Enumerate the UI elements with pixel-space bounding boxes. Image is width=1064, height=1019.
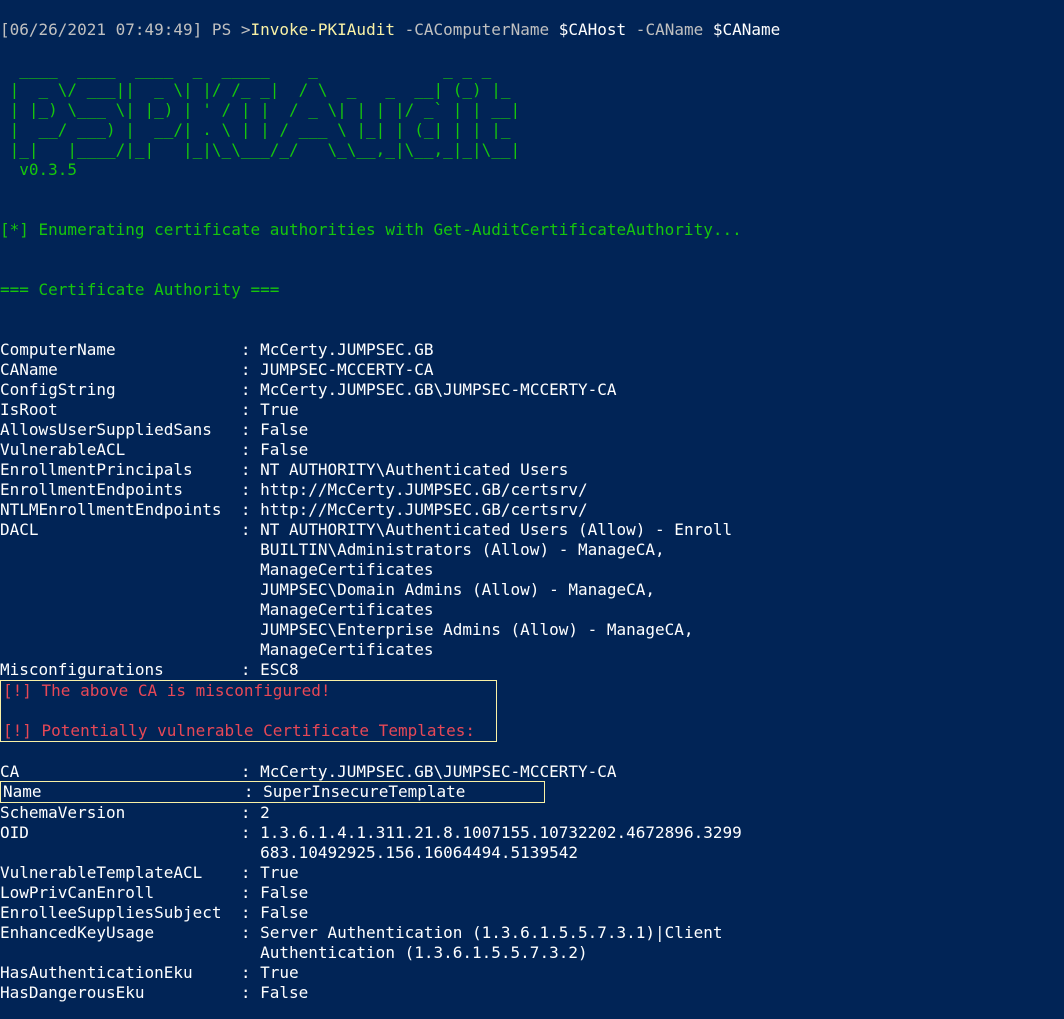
kv-key: AllowsUserSuppliedSans (0, 420, 231, 439)
kv-value: http://McCerty.JUMPSEC.GB/certsrv/ (260, 500, 588, 519)
kv-key: CA (0, 762, 231, 781)
kv-key: IsRoot (0, 400, 231, 419)
kv-key: VulnerableACL (0, 440, 231, 459)
alert-vulnerable-templates: [!] Potentially vulnerable Certificate T… (3, 721, 475, 740)
prompt-ps: PS > (202, 20, 250, 39)
prompt-arg2-value: $CAName (713, 20, 780, 39)
kv-value: McCerty.JUMPSEC.GB\JUMPSEC-MCCERTY-CA (260, 380, 616, 399)
ascii-banner-line: | |_) \___ \| |_) | ' / | | / _ \| | | |… (0, 100, 520, 119)
ascii-banner-line: | __/ ___) | __/| . \ | | / ___ \ |_| | … (0, 120, 511, 139)
kv-value: McCerty.JUMPSEC.GB (260, 340, 433, 359)
template-name-highlight: Name : SuperInsecureTemplate (0, 781, 545, 803)
kv-value: False (260, 883, 308, 902)
kv-key: Name (3, 782, 234, 801)
kv-value-cont: BUILTIN\Administrators (Allow) - ManageC… (0, 540, 665, 559)
kv-value: 2 (260, 803, 270, 822)
kv-value-cont: JUMPSEC\Enterprise Admins (Allow) - Mana… (0, 620, 694, 639)
kv-key: HasAuthenticationEku (0, 963, 231, 982)
prompt-command: Invoke-PKIAudit (250, 20, 395, 39)
ascii-banner-line: | _ \/ ___|| _ \| |/ /_ _| / \ _ _ __| (… (0, 80, 511, 99)
alert-highlight-box: [!] The above CA is misconfigured! [!] P… (0, 680, 497, 742)
kv-key: EnhancedKeyUsage (0, 923, 231, 942)
status-enumerating: [*] Enumerating certificate authorities … (0, 220, 742, 239)
kv-key: VulnerableTemplateACL (0, 863, 231, 882)
kv-key: DACL (0, 520, 231, 539)
kv-key: EnrolleeSuppliesSubject (0, 903, 231, 922)
kv-key: NTLMEnrollmentEndpoints (0, 500, 231, 519)
kv-value: 1.3.6.1.4.1.311.21.8.1007155.10732202.46… (260, 823, 742, 842)
kv-key: SchemaVersion (0, 803, 231, 822)
kv-key: Misconfigurations (0, 660, 231, 679)
kv-value: True (260, 863, 299, 882)
ascii-banner-line: ____ ____ ____ _ _____ _ _ _ _ (0, 60, 491, 79)
terminal-output: [06/26/2021 07:49:49] PS >Invoke-PKIAudi… (0, 0, 1064, 1003)
kv-value: McCerty.JUMPSEC.GB\JUMPSEC-MCCERTY-CA (260, 762, 616, 781)
kv-value: False (260, 440, 308, 459)
kv-value-cont: Authentication (1.3.6.1.5.5.7.3.2) (0, 943, 588, 962)
prompt-timestamp: [06/26/2021 07:49:49] (0, 20, 202, 39)
kv-value: False (260, 983, 308, 1002)
kv-key: ComputerName (0, 340, 231, 359)
kv-key: HasDangerousEku (0, 983, 231, 1002)
kv-value: NT AUTHORITY\Authenticated Users (260, 460, 568, 479)
kv-key: OID (0, 823, 231, 842)
kv-key: EnrollmentEndpoints (0, 480, 231, 499)
kv-value: SuperInsecureTemplate (263, 782, 465, 801)
kv-value: http://McCerty.JUMPSEC.GB/certsrv/ (260, 480, 588, 499)
prompt-arg1-value: $CAHost (559, 20, 626, 39)
prompt-arg1-name: -CAComputerName (395, 20, 559, 39)
kv-key: EnrollmentPrincipals (0, 460, 231, 479)
kv-value: False (260, 420, 308, 439)
kv-value-cont: 683.10492925.156.16064494.5139542 (0, 843, 578, 862)
kv-value: JUMPSEC-MCCERTY-CA (260, 360, 433, 379)
kv-value-cont: ManageCertificates (0, 560, 433, 579)
version-label: v0.3.5 (0, 160, 77, 179)
kv-value: ESC8 (260, 660, 299, 679)
kv-value-cont: JUMPSEC\Domain Admins (Allow) - ManageCA… (0, 580, 655, 599)
kv-value: NT AUTHORITY\Authenticated Users (Allow)… (260, 520, 732, 539)
kv-value-cont: ManageCertificates (0, 600, 433, 619)
section-header-ca: === Certificate Authority === (0, 280, 279, 299)
kv-key: LowPrivCanEnroll (0, 883, 231, 902)
kv-value: True (260, 400, 299, 419)
kv-value: False (260, 903, 308, 922)
kv-key: ConfigString (0, 380, 231, 399)
prompt-arg2-name: -CAName (626, 20, 713, 39)
kv-value: Server Authentication (1.3.6.1.5.5.7.3.1… (260, 923, 722, 942)
alert-misconfigured: [!] The above CA is misconfigured! (3, 681, 331, 700)
kv-key: CAName (0, 360, 231, 379)
kv-value-cont: ManageCertificates (0, 640, 433, 659)
kv-value: True (260, 963, 299, 982)
ascii-banner-line: |_| |____/|_| |_|\_\___/_/ \_\__,_|\__,_… (0, 140, 520, 159)
